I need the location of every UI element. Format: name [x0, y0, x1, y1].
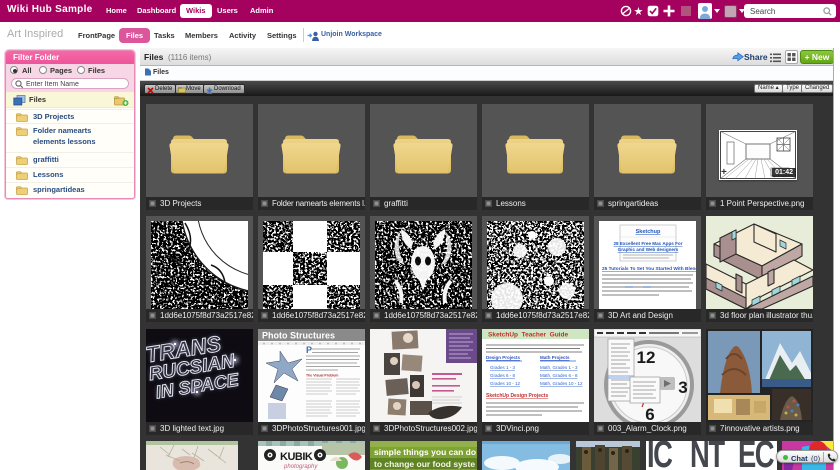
svg-text:KUBIK: KUBIK	[280, 451, 313, 463]
svg-text:Math, Grades 10 - 12: Math, Grades 10 - 12	[540, 381, 583, 386]
svg-text:to change our food syste: to change our food syste	[374, 459, 475, 469]
svg-text:12: 12	[637, 348, 656, 367]
svg-text:Sketchup: Sketchup	[636, 229, 661, 235]
svg-text:Photo Structures: Photo Structures	[262, 331, 335, 341]
svg-text:Grades 10 - 12: Grades 10 - 12	[490, 381, 521, 386]
svg-text:SketchUp Teacher Guide: SketchUp Teacher Guide	[488, 332, 568, 339]
svg-text:P: P	[306, 345, 312, 355]
svg-text:28 Excellent Free Mac Apps For: 28 Excellent Free Mac Apps For	[613, 241, 682, 246]
svg-text:SketchUp Design Projects: SketchUp Design Projects	[486, 393, 548, 399]
svg-text:3: 3	[678, 378, 687, 397]
svg-text:The Visual Problem: The Visual Problem	[306, 374, 338, 378]
svg-text:simple things you can do: simple things you can do	[374, 447, 476, 457]
svg-text:Graphic and Web designers: Graphic and Web designers	[618, 247, 679, 252]
svg-text:Math, Grades 6 - 8: Math, Grades 6 - 8	[540, 373, 578, 378]
svg-text:photography: photography	[283, 464, 318, 470]
svg-text:Grades 1 - 3: Grades 1 - 3	[490, 365, 516, 370]
svg-text:Grades 6 - 8: Grades 6 - 8	[490, 373, 516, 378]
svg-text:25 Tutorials To Set You Starte: 25 Tutorials To Set You Started With Ble…	[602, 266, 696, 272]
svg-text:6: 6	[645, 405, 654, 422]
svg-text:Design Projects: Design Projects	[486, 355, 521, 360]
svg-text:Math, Grades 1 - 3: Math, Grades 1 - 3	[540, 365, 578, 370]
svg-text:Math Projects: Math Projects	[540, 355, 570, 360]
